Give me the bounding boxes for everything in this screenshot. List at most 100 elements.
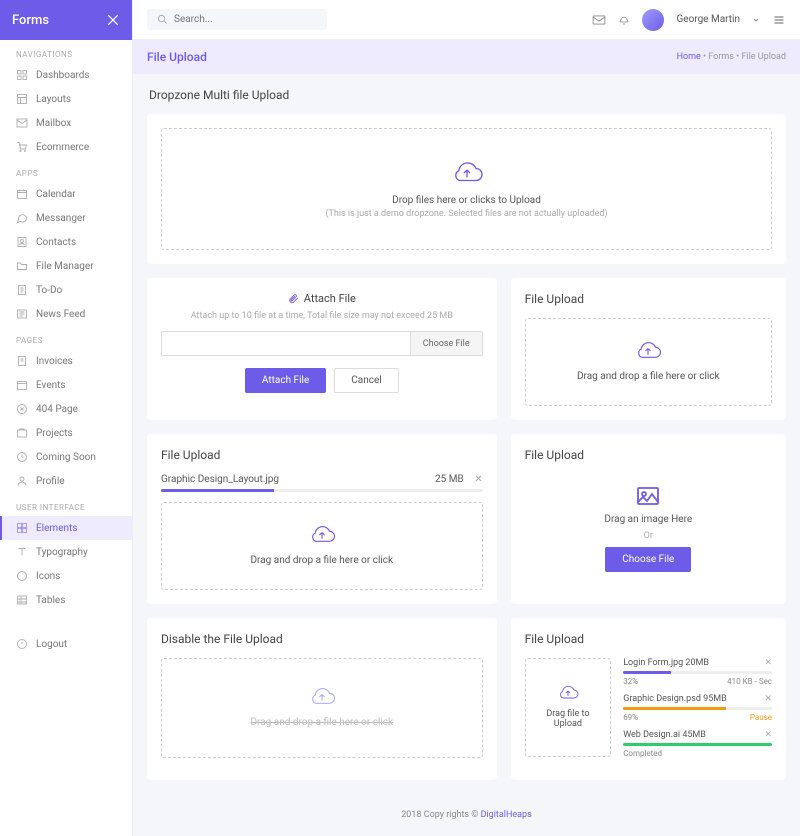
- sidebar-item-invoices[interactable]: Invoices: [0, 349, 132, 373]
- sidebar-item-label: Tables: [36, 595, 65, 606]
- sidebar-item-ecommerce[interactable]: Ecommerce: [0, 135, 132, 159]
- sidebar-item-label: Projects: [36, 428, 73, 439]
- sidebar-item-messanger[interactable]: Messanger: [0, 206, 132, 230]
- paperclip-icon: [288, 293, 299, 304]
- sidebar-item-layouts[interactable]: Layouts: [0, 87, 132, 111]
- sidebar-item-label: Elements: [36, 523, 77, 534]
- footer-text: 2018 Copy rights ©: [401, 810, 478, 820]
- mail-icon: [16, 117, 28, 129]
- sidebar-section-label: USER INTERFACE: [0, 493, 132, 516]
- sidebar-item-label: Dashboards: [36, 70, 90, 81]
- breadcrumb-home[interactable]: Home: [677, 52, 701, 62]
- sidebar-item-file-manager[interactable]: File Manager: [0, 254, 132, 278]
- footer: 2018 Copy rights © DigitalHeaps: [133, 794, 800, 836]
- sidebar-item-contacts[interactable]: Contacts: [0, 230, 132, 254]
- layout-icon: [16, 93, 28, 105]
- 404-icon: [16, 403, 28, 415]
- dropzone-text: Drag and drop a file here or click: [177, 555, 467, 566]
- sidebar-item-label: To-Do: [36, 285, 62, 296]
- sidebar-item-label: Calendar: [36, 189, 76, 200]
- choose-file-button[interactable]: Choose File: [605, 547, 691, 572]
- sidebar-item-projects[interactable]: Projects: [0, 421, 132, 445]
- sidebar-item-coming-soon[interactable]: Coming Soon: [0, 445, 132, 469]
- cloud-upload-icon: [307, 685, 337, 709]
- sidebar-item-elements[interactable]: Elements: [0, 516, 132, 540]
- bell-icon[interactable]: [618, 13, 630, 27]
- sidebar-item-dashboards[interactable]: Dashboards: [0, 63, 132, 87]
- page-title: File Upload: [147, 50, 207, 64]
- avatar[interactable]: [642, 9, 664, 31]
- dropzone-main[interactable]: Drop files here or clicks to Upload (Thi…: [161, 128, 772, 250]
- sidebar-item-mailbox[interactable]: Mailbox: [0, 111, 132, 135]
- chevron-down-icon[interactable]: [752, 16, 760, 24]
- progress-bar: [623, 671, 772, 674]
- menu-icon[interactable]: [772, 14, 786, 26]
- card-title: File Upload: [525, 448, 772, 462]
- choose-file-button[interactable]: Choose File: [410, 332, 482, 355]
- card-upload-simple: File Upload Drag and drop a file here or…: [511, 278, 786, 420]
- dropzone-text: Drag and drop a file here or click: [182, 717, 462, 728]
- username: George Martin: [676, 14, 740, 25]
- upload-file-name: Graphic Design.psd 95MB: [623, 694, 727, 704]
- upload-status: Pause: [750, 713, 772, 722]
- dropzone-progress[interactable]: Drag and drop a file here or click: [161, 502, 483, 590]
- folder-icon: [16, 260, 28, 272]
- attach-title: Attach File: [304, 292, 356, 305]
- settings-icon[interactable]: [106, 13, 120, 27]
- mail-icon[interactable]: [592, 14, 606, 26]
- sidebar-item-label: 404 Page: [36, 404, 78, 415]
- sidebar-item-label: Profile: [36, 476, 65, 487]
- sidebar-item-events[interactable]: Events: [0, 373, 132, 397]
- sidebar-item-label: Ecommerce: [36, 142, 89, 153]
- section-dropzone-main: Dropzone Multi file Upload Drop files he…: [147, 88, 786, 264]
- dropzone-multi[interactable]: Drag file to Upload: [525, 658, 612, 757]
- cloud-upload-icon: [556, 683, 580, 703]
- dropzone-simple[interactable]: Drag and drop a file here or click: [525, 318, 772, 406]
- footer-link[interactable]: DigitalHeaps: [481, 810, 532, 820]
- upload-percent: Completed: [623, 749, 662, 758]
- file-name: Graphic Design_Layout.jpg: [161, 474, 279, 485]
- icons-icon: [16, 570, 28, 582]
- upload-item: Graphic Design.psd 95MB✕69%Pause: [623, 694, 772, 722]
- card-title: Dropzone Multi file Upload: [149, 88, 786, 102]
- sidebar-item-icons[interactable]: Icons: [0, 564, 132, 588]
- search-box[interactable]: [147, 9, 327, 30]
- sidebar-item-logout[interactable]: Logout: [0, 632, 132, 656]
- close-icon[interactable]: ✕: [474, 474, 482, 485]
- search-icon: [157, 14, 168, 25]
- sidebar-item-label: Coming Soon: [36, 452, 96, 463]
- close-icon[interactable]: ✕: [764, 694, 772, 704]
- sidebar: Forms NAVIGATIONSDashboardsLayoutsMailbo…: [0, 0, 133, 836]
- sidebar-item-typography[interactable]: Typography: [0, 540, 132, 564]
- soon-icon: [16, 451, 28, 463]
- sidebar-item-profile[interactable]: Profile: [0, 469, 132, 493]
- sidebar-item-label: Mailbox: [36, 118, 71, 129]
- event-icon: [16, 379, 28, 391]
- sidebar-item-label: Layouts: [36, 94, 71, 105]
- breadcrumb: Home • Forms • File Upload: [677, 52, 786, 62]
- sidebar-item-news-feed[interactable]: News Feed: [0, 302, 132, 326]
- card-title: File Upload: [161, 448, 483, 462]
- cart-icon: [16, 141, 28, 153]
- cancel-button[interactable]: Cancel: [334, 368, 398, 393]
- page-header: File Upload Home • Forms • File Upload: [133, 40, 800, 74]
- card-upload-multi: File Upload Drag file to Upload Login Fo…: [511, 618, 786, 780]
- file-path-input[interactable]: [162, 332, 410, 355]
- sidebar-item-tables[interactable]: Tables: [0, 588, 132, 612]
- attach-file-button[interactable]: Attach File: [245, 368, 326, 393]
- sidebar-item-calendar[interactable]: Calendar: [0, 182, 132, 206]
- sidebar-item-to-do[interactable]: To-Do: [0, 278, 132, 302]
- cloud-upload-icon: [307, 523, 337, 547]
- image-drop-text: Drag an image Here: [525, 514, 772, 525]
- sidebar-section-label: APPS: [0, 159, 132, 182]
- sidebar-item-404-page[interactable]: 404 Page: [0, 397, 132, 421]
- upload-percent: 32%: [623, 677, 638, 686]
- progress-bar: [161, 489, 483, 492]
- news-icon: [16, 308, 28, 320]
- upload-item: Login Form.jpg 20MB✕32%410 KB - Sec: [623, 658, 772, 686]
- close-icon[interactable]: ✕: [764, 658, 772, 668]
- card-title: File Upload: [525, 632, 772, 646]
- search-input[interactable]: [174, 14, 317, 25]
- close-icon[interactable]: ✕: [764, 730, 772, 740]
- card-upload-disabled: Disable the File Upload Drag and drop a …: [147, 618, 497, 780]
